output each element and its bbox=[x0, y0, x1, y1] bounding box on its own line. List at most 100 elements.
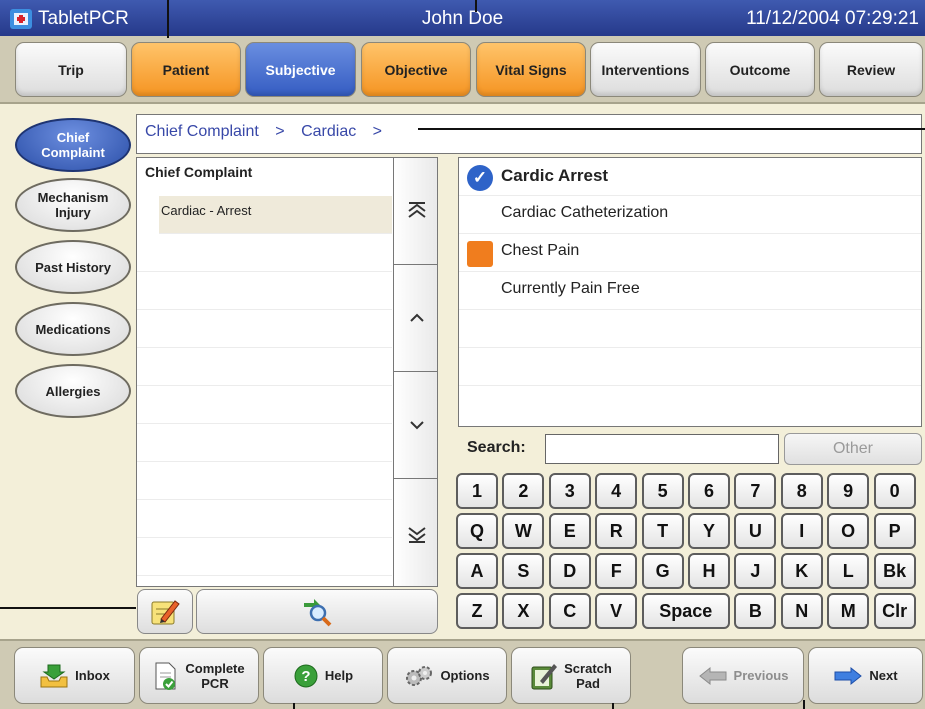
next-button[interactable]: Next bbox=[808, 647, 923, 704]
search-input[interactable] bbox=[545, 434, 779, 464]
key-h[interactable]: H bbox=[688, 553, 730, 589]
key-bk[interactable]: Bk bbox=[873, 553, 916, 589]
option-item[interactable]: Cardiac Catheterization bbox=[459, 196, 921, 234]
edit-note-button[interactable] bbox=[137, 589, 193, 634]
key-6[interactable]: 6 bbox=[688, 473, 730, 509]
key-space[interactable]: Space bbox=[641, 593, 730, 629]
key-5[interactable]: 5 bbox=[641, 473, 684, 509]
list-item[interactable] bbox=[137, 424, 392, 462]
key-7[interactable]: 7 bbox=[734, 473, 777, 509]
key-o[interactable]: O bbox=[827, 513, 870, 549]
sidebar-label: Chief bbox=[56, 130, 90, 145]
key-d[interactable]: D bbox=[548, 553, 591, 589]
option-item[interactable]: ✓ Cardic Arrest bbox=[459, 158, 921, 196]
key-0[interactable]: 0 bbox=[873, 473, 916, 509]
list-item[interactable] bbox=[137, 272, 392, 310]
key-1[interactable]: 1 bbox=[456, 473, 498, 509]
key-9[interactable]: 9 bbox=[827, 473, 870, 509]
app-window: TabletPCR John Doe 11/12/2004 07:29:21 T… bbox=[0, 0, 925, 709]
key-i[interactable]: I bbox=[780, 513, 823, 549]
key-8[interactable]: 8 bbox=[780, 473, 823, 509]
key-x[interactable]: X bbox=[502, 593, 545, 629]
breadcrumb-item[interactable]: Chief Complaint bbox=[145, 123, 259, 140]
option-item[interactable] bbox=[459, 386, 921, 424]
tab-review[interactable]: Review bbox=[819, 42, 923, 97]
help-button[interactable]: ? Help bbox=[263, 647, 383, 704]
key-l[interactable]: L bbox=[827, 553, 870, 589]
key-s[interactable]: S bbox=[502, 553, 545, 589]
sidebar-chief-complaint[interactable]: Chief Complaint bbox=[15, 118, 131, 172]
button-label: Pad bbox=[576, 675, 600, 691]
key-2[interactable]: 2 bbox=[502, 473, 545, 509]
page-up-button[interactable] bbox=[394, 158, 437, 265]
key-e[interactable]: E bbox=[548, 513, 591, 549]
list-header: Chief Complaint bbox=[145, 164, 253, 180]
key-3[interactable]: 3 bbox=[548, 473, 591, 509]
key-u[interactable]: U bbox=[734, 513, 777, 549]
option-label: Currently Pain Free bbox=[501, 280, 640, 297]
sidebar-allergies[interactable]: Allergies bbox=[15, 364, 131, 418]
key-g[interactable]: G bbox=[641, 553, 684, 589]
callout-line bbox=[475, 0, 477, 12]
tab-patient[interactable]: Patient bbox=[131, 42, 241, 97]
list-item[interactable] bbox=[137, 538, 392, 576]
key-t[interactable]: T bbox=[641, 513, 684, 549]
tab-vital-signs[interactable]: Vital Signs bbox=[476, 42, 586, 97]
key-f[interactable]: F bbox=[595, 553, 638, 589]
key-p[interactable]: P bbox=[873, 513, 916, 549]
breadcrumb-item[interactable]: Cardiac bbox=[301, 123, 356, 140]
key-w[interactable]: W bbox=[502, 513, 545, 549]
inbox-tray-icon bbox=[40, 664, 68, 687]
button-label: Inbox bbox=[75, 668, 110, 683]
key-m[interactable]: M bbox=[827, 593, 870, 629]
inbox-button[interactable]: Inbox bbox=[14, 647, 135, 704]
list-item[interactable] bbox=[137, 234, 392, 272]
key-c[interactable]: C bbox=[548, 593, 591, 629]
key-v[interactable]: V bbox=[595, 593, 638, 629]
checkmark-icon: ✓ bbox=[467, 165, 493, 191]
bottom-nav: Inbox Complete PCR ? Help Options Scratc… bbox=[0, 639, 925, 709]
list-item[interactable] bbox=[137, 462, 392, 500]
datetime: 11/12/2004 07:29:21 bbox=[746, 8, 919, 29]
list-item[interactable] bbox=[137, 386, 392, 424]
key-j[interactable]: J bbox=[734, 553, 777, 589]
sidebar-mechanism-injury[interactable]: Mechanism Injury bbox=[15, 178, 131, 232]
tab-trip[interactable]: Trip bbox=[15, 42, 127, 97]
complete-pcr-button[interactable]: Complete PCR bbox=[139, 647, 259, 704]
option-item[interactable]: Chest Pain bbox=[459, 234, 921, 272]
option-item[interactable] bbox=[459, 348, 921, 386]
button-label: Help bbox=[324, 668, 354, 683]
tab-subjective[interactable]: Subjective bbox=[245, 42, 356, 97]
key-n[interactable]: N bbox=[780, 593, 823, 629]
scroll-up-button[interactable] bbox=[394, 265, 437, 372]
key-q[interactable]: Q bbox=[456, 513, 498, 549]
other-button[interactable]: Other bbox=[784, 433, 922, 465]
tab-objective[interactable]: Objective bbox=[361, 42, 471, 97]
key-r[interactable]: R bbox=[595, 513, 638, 549]
arrow-left-icon bbox=[698, 666, 727, 685]
key-y[interactable]: Y bbox=[688, 513, 730, 549]
lookup-button[interactable] bbox=[196, 589, 438, 634]
list-item[interactable] bbox=[137, 500, 392, 538]
scratch-pad-button[interactable]: Scratch Pad bbox=[511, 647, 631, 704]
key-a[interactable]: A bbox=[456, 553, 498, 589]
list-item[interactable] bbox=[137, 310, 392, 348]
key-4[interactable]: 4 bbox=[595, 473, 638, 509]
sidebar-past-history[interactable]: Past History bbox=[15, 240, 131, 294]
button-label: Complete bbox=[185, 660, 245, 676]
key-clr[interactable]: Clr bbox=[873, 593, 916, 629]
list-item[interactable] bbox=[137, 348, 392, 386]
tab-interventions[interactable]: Interventions bbox=[590, 42, 701, 97]
key-b[interactable]: B bbox=[734, 593, 777, 629]
key-z[interactable]: Z bbox=[456, 593, 498, 629]
key-k[interactable]: K bbox=[780, 553, 823, 589]
options-button[interactable]: Options bbox=[387, 647, 507, 704]
option-item[interactable] bbox=[459, 310, 921, 348]
previous-button[interactable]: Previous bbox=[682, 647, 804, 704]
page-down-button[interactable] bbox=[394, 479, 437, 586]
button-label: Options bbox=[440, 668, 490, 683]
option-item[interactable]: Currently Pain Free bbox=[459, 272, 921, 310]
tab-outcome[interactable]: Outcome bbox=[705, 42, 815, 97]
scroll-down-button[interactable] bbox=[394, 372, 437, 479]
sidebar-medications[interactable]: Medications bbox=[15, 302, 131, 356]
